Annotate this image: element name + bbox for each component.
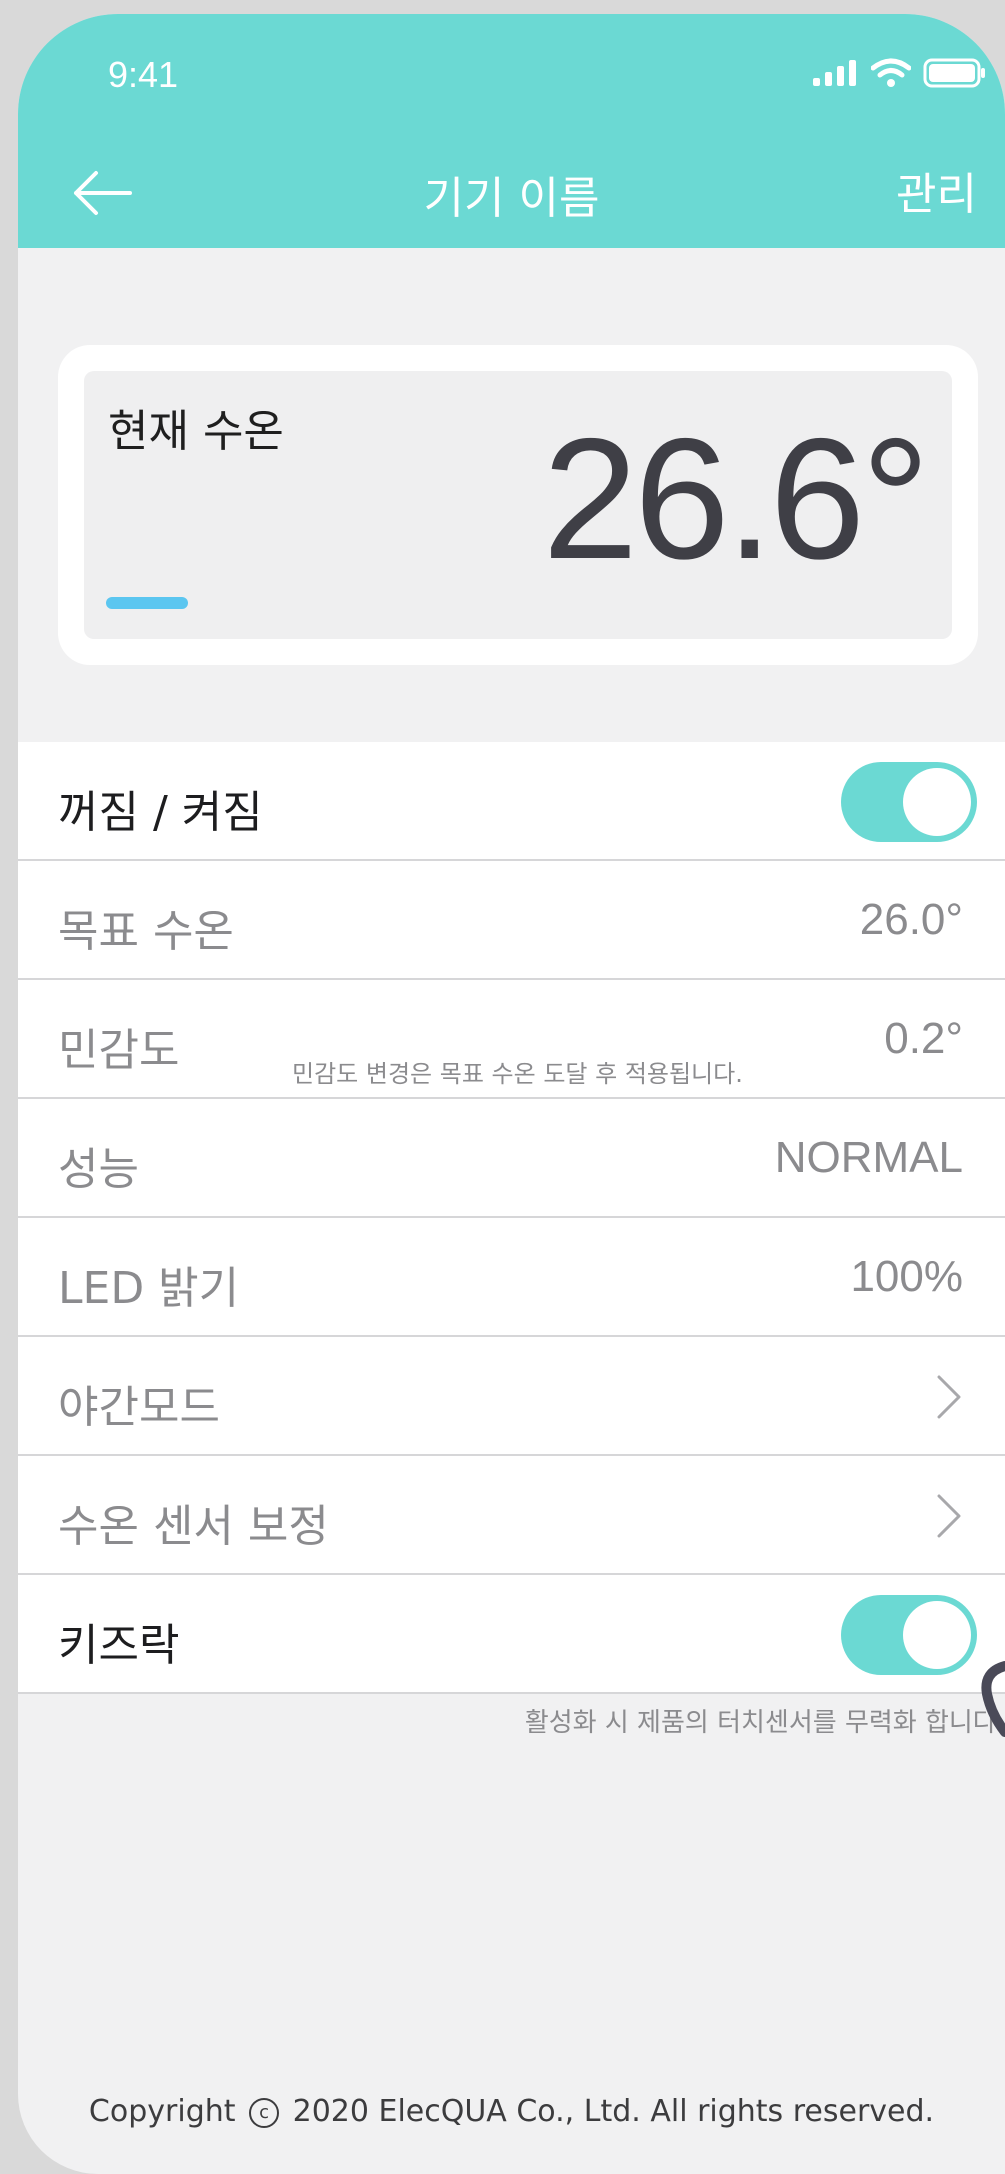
page-title: 기기 이름: [423, 173, 600, 224]
sensitivity-note: 민감도 변경은 목표 수온 도달 후 적용됩니다.: [292, 1060, 743, 1088]
header-bar: 9:41 기기 이름 관리: [18, 14, 1005, 248]
status-time: 9:41: [108, 54, 179, 95]
copyright-prefix: Copyright: [88, 2094, 236, 2129]
sensor-calibration-label: 수온 센서 보정: [58, 1501, 329, 1552]
led-brightness-label: LED 밝기: [58, 1263, 240, 1314]
power-label: 꺼짐 / 켜짐: [58, 787, 263, 838]
sensitivity-label: 민감도: [58, 1025, 180, 1076]
status-icons: [813, 58, 987, 88]
current-temp-card: 현재 수온 26.6°: [58, 345, 978, 665]
chevron-right-icon: [937, 1494, 961, 1538]
kids-lock-toggle[interactable]: [841, 1595, 977, 1675]
kids-lock-note: 활성화 시 제품의 터치센서를 무력화 합니다.: [524, 1708, 1005, 1738]
power-row: 꺼짐 / 켜짐: [18, 742, 1005, 861]
sensitivity-value: 0.2°: [884, 1014, 963, 1063]
night-mode-label: 야간모드: [58, 1382, 220, 1433]
led-brightness-value: 100%: [850, 1252, 963, 1301]
wifi-icon: [871, 58, 911, 87]
copyright-text: 2020 ElecQUA Co., Ltd. All rights reserv…: [292, 2094, 935, 2129]
led-brightness-row[interactable]: LED 밝기 100%: [18, 1218, 1005, 1337]
signal-icon: [813, 60, 856, 86]
toggle-knob: [903, 768, 971, 836]
target-temp-row[interactable]: 목표 수온 26.0°: [18, 861, 1005, 980]
target-temp-label: 목표 수온: [58, 906, 234, 957]
current-temp-panel: 현재 수온 26.6°: [84, 371, 952, 639]
chevron-right-icon: [937, 1375, 961, 1419]
sensor-calibration-row[interactable]: 수온 센서 보정: [18, 1456, 1005, 1575]
temp-indicator-bar: [106, 597, 188, 609]
performance-value: NORMAL: [774, 1133, 963, 1182]
current-temp-label: 현재 수온: [108, 406, 284, 457]
performance-label: 성능: [58, 1144, 139, 1195]
current-temp-value: 26.6°: [542, 403, 930, 595]
manage-button[interactable]: 관리: [896, 158, 977, 222]
battery-icon: [923, 58, 985, 88]
cursor-icon: [981, 1661, 1005, 1737]
sensitivity-row[interactable]: 민감도 민감도 변경은 목표 수온 도달 후 적용됩니다. 0.2°: [18, 980, 1005, 1099]
night-mode-row[interactable]: 야간모드: [18, 1337, 1005, 1456]
kids-lock-row: 키즈락: [18, 1575, 1005, 1694]
target-temp-value: 26.0°: [859, 895, 963, 944]
performance-row[interactable]: 성능 NORMAL: [18, 1099, 1005, 1218]
phone-screen: 9:41 기기 이름 관리 현재 수온 26.6° 꺼짐 / 켜짐 목표 수온 …: [18, 14, 1005, 2174]
copyright-icon: c: [249, 2097, 280, 2128]
settings-list: 꺼짐 / 켜짐 목표 수온 26.0° 민감도 민감도 변경은 목표 수온 도달…: [18, 742, 1005, 1694]
toggle-knob: [903, 1601, 971, 1669]
power-toggle[interactable]: [841, 762, 977, 842]
footer-copyright: Copyright c 2020 ElecQUA Co., Ltd. All r…: [18, 2094, 1005, 2129]
kids-lock-label: 키즈락: [58, 1620, 180, 1671]
